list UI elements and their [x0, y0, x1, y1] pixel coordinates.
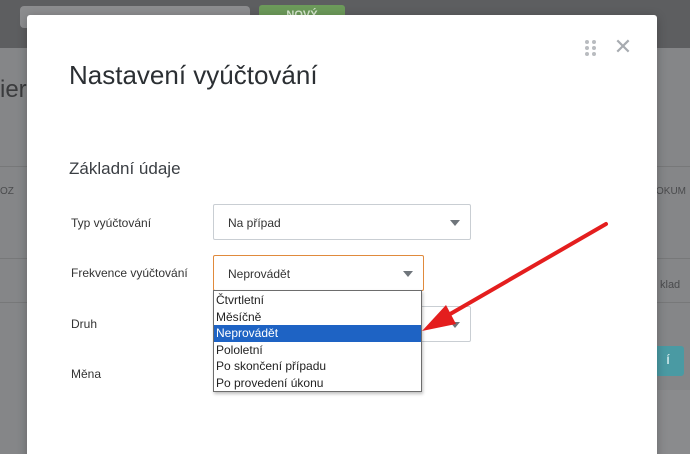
annotation-arrow-head [422, 305, 456, 331]
annotation-arrow [422, 222, 608, 331]
annotation-arrow-shaft [443, 222, 608, 319]
